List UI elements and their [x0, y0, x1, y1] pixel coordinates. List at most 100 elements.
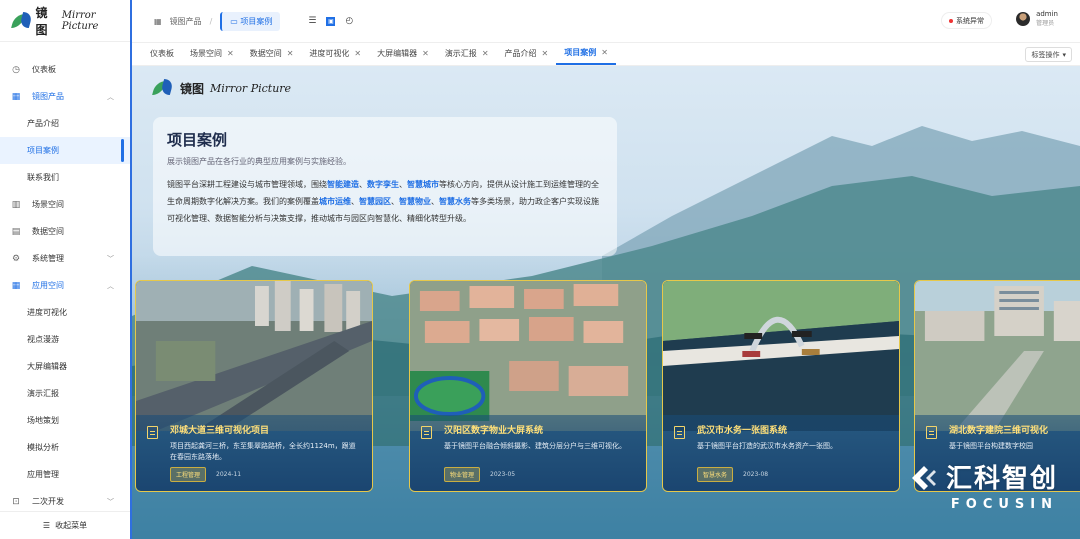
sidebar-item-label: 模拟分析 — [27, 443, 59, 452]
collapse-menu-label: 收起菜单 — [55, 521, 88, 530]
close-icon[interactable]: ✕ — [354, 49, 361, 58]
collapse-menu-button[interactable]: ☰ 收起菜单 — [0, 511, 130, 539]
case-card-meta: 智慧水务 2023-08 — [697, 467, 889, 482]
logo-text-en: Mirror Picture — [61, 9, 99, 32]
sidebar-item-contact[interactable]: 联系我们 — [0, 164, 130, 191]
desc-keyword: 数字孪生 — [367, 180, 399, 189]
tab-progress[interactable]: 进度可视化 ✕ — [301, 42, 369, 65]
tab-project-cases[interactable]: 项目案例 ✕ — [556, 42, 616, 65]
tab-bar: 仪表板 场景空间 ✕ 数据空间 ✕ 进度可视化 ✕ 大屏编辑器 ✕ 演示汇报 ✕ 产品介绍… — [132, 42, 1080, 66]
logo-text-cn: 镜图 — [180, 81, 205, 96]
content-brand: 镜图 Mirror Picture — [154, 79, 291, 97]
case-card-info: 武汉市水务一张图系统 基于镜图平台打造的武汉市水务资产一张图。 智慧水务 202… — [663, 415, 899, 491]
sidebar-item-label: 演示汇报 — [27, 389, 59, 398]
tab-data-space[interactable]: 数据空间 ✕ — [242, 42, 302, 65]
sidebar-item-label: 进度可视化 — [27, 308, 67, 317]
sidebar-item-dashboard[interactable]: ◷ 仪表板 — [0, 56, 130, 83]
case-card-info: 汉阳区数字物业大屏系统 基于镜图平台融合倾斜摄影、建筑分层分户与三维可视化。 物… — [410, 415, 646, 491]
breadcrumb-current: ▭ 项目案例 — [220, 11, 281, 31]
case-card-desc: 基于镜图平台融合倾斜摄影、建筑分层分户与三维可视化。 — [444, 442, 626, 450]
close-icon[interactable]: ✕ — [227, 49, 234, 58]
sidebar-item-system[interactable]: ⚙ 系统管理 ﹀ — [0, 245, 130, 272]
clock-icon[interactable]: ◴ — [345, 16, 353, 26]
sidebar-item-site-planning[interactable]: 场地策划 — [0, 407, 130, 434]
case-card[interactable]: 汉阳区数字物业大屏系统 基于镜图平台融合倾斜摄影、建筑分层分户与三维可视化。 物… — [409, 280, 647, 492]
chevron-up-icon: ︿ — [107, 281, 114, 290]
sidebar-item-label: 应用空间 — [32, 281, 64, 290]
sidebar-item-project-cases[interactable]: 项目案例 — [0, 137, 130, 164]
sidebar-item-label: 数据空间 — [32, 227, 64, 236]
sidebar: 镜图 Mirror Picture ◷ 仪表板 ▦ 镜图产品 ︿ 产品介绍 项目案例 … — [0, 0, 131, 539]
sidebar-item-label: 镜图产品 — [32, 92, 64, 101]
case-card-image — [136, 281, 372, 431]
desc-keyword: 智慧水务 — [439, 197, 471, 206]
sidebar-item-products[interactable]: ▦ 镜图产品 ︿ — [0, 83, 130, 110]
case-card[interactable]: 邓城大道三维可视化项目 项目西起龚河三桥，东至集翠路路桥，全长约1124m，跟道… — [135, 280, 373, 492]
user-role: 管理员 — [1036, 20, 1055, 27]
case-card-title: 邓城大道三维可视化项目 — [170, 426, 270, 436]
user-menu[interactable]: admin 管理员 — [1016, 10, 1058, 28]
case-card-tag: 物业管理 — [444, 467, 481, 482]
desc-keyword: 智慧园区 — [359, 197, 391, 206]
sidebar-item-simulation[interactable]: 模拟分析 — [0, 434, 130, 461]
system-status-badge[interactable]: 系统异常 — [941, 12, 992, 29]
sidebar-item-data-space[interactable]: ▤ 数据空间 — [0, 218, 130, 245]
case-card-image — [410, 281, 646, 431]
desc-text: 、 — [431, 197, 439, 206]
chevron-down-icon: ▾ — [1062, 50, 1066, 59]
tab-label: 演示汇报 — [444, 49, 477, 58]
sidebar-item-label: 项目案例 — [27, 146, 59, 155]
close-icon[interactable]: ✕ — [287, 49, 294, 58]
sidebar-item-app-space[interactable]: ▦ 应用空间 ︿ — [0, 272, 130, 299]
tab-label: 仪表板 — [150, 49, 174, 58]
tab-operations-dropdown[interactable]: 标签操作 ▾ — [1025, 47, 1072, 62]
data-icon: ▤ — [11, 226, 21, 237]
avatar — [1016, 12, 1031, 26]
sidebar-item-label: 场景空间 — [32, 200, 64, 209]
sidebar-logo[interactable]: 镜图 Mirror Picture — [0, 0, 130, 42]
focusin-watermark: 汇科智创 FOCUSIN — [906, 458, 1058, 512]
tab-product-intro[interactable]: 产品介绍 ✕ — [497, 42, 557, 65]
scene-icon: ▥ — [11, 199, 21, 210]
sidebar-item-product-intro[interactable]: 产品介绍 — [0, 110, 130, 137]
close-icon[interactable]: ✕ — [601, 48, 608, 57]
user-name: admin — [1036, 10, 1058, 18]
chevron-up-icon: ︿ — [107, 92, 114, 101]
close-icon[interactable]: ✕ — [482, 49, 489, 58]
sidebar-item-screen-editor[interactable]: 大屏编辑器 — [0, 353, 130, 380]
intro-description: 镜图平台深耕工程建设与城市管理领域，围绕智能建造、数字孪生、智慧城市等核心方向，… — [167, 176, 603, 227]
fullscreen-icon[interactable]: ▣ — [326, 16, 336, 26]
user-info: admin 管理员 — [1036, 10, 1058, 28]
case-card-image — [915, 281, 1080, 431]
tab-label: 大屏编辑器 — [377, 49, 418, 58]
case-card-info: 邓城大道三维可视化项目 项目西起龚河三桥，东至集翠路路桥，全长约1124m，跟道… — [136, 415, 372, 491]
status-text: 系统异常 — [956, 16, 984, 25]
sidebar-item-label: 视点漫游 — [27, 335, 59, 344]
tab-label: 场景空间 — [190, 49, 222, 58]
desc-keyword: 城市运维 — [319, 197, 351, 206]
dashboard-icon: ◷ — [12, 64, 20, 75]
tab-dashboard[interactable]: 仪表板 — [142, 42, 182, 65]
sidebar-item-presentation[interactable]: 演示汇报 — [0, 380, 130, 407]
sidebar-item-scene-space[interactable]: ▥ 场景空间 — [0, 191, 130, 218]
sidebar-item-progress[interactable]: 进度可视化 — [0, 299, 130, 326]
close-icon[interactable]: ✕ — [422, 49, 429, 58]
case-card-meta: 物业管理 2023-05 — [444, 467, 636, 482]
case-card-tag: 智慧水务 — [697, 467, 734, 482]
close-icon[interactable]: ✕ — [542, 49, 549, 58]
desc-text: 、 — [399, 180, 407, 189]
sidebar-item-app-manage[interactable]: 应用管理 — [0, 461, 130, 488]
sidebar-item-label: 联系我们 — [27, 173, 59, 182]
case-card[interactable]: 武汉市水务一张图系统 基于镜图平台打造的武汉市水务资产一张图。 智慧水务 202… — [662, 280, 900, 492]
menu-toggle-icon[interactable]: ☰ — [308, 16, 316, 26]
case-card-title: 汉阳区数字物业大屏系统 — [444, 426, 544, 436]
tab-presentation[interactable]: 演示汇报 ✕ — [437, 42, 497, 65]
tab-scene-space[interactable]: 场景空间 ✕ — [182, 42, 242, 65]
sidebar-item-label: 仪表板 — [32, 65, 56, 74]
breadcrumb-separator: / — [209, 16, 213, 26]
page-title: 项目案例 — [167, 131, 228, 149]
breadcrumb-item[interactable]: 镜图产品 — [170, 16, 202, 27]
tab-screen-editor[interactable]: 大屏编辑器 ✕ — [369, 42, 437, 65]
sidebar-item-roam[interactable]: 视点漫游 — [0, 326, 130, 353]
watermark-row: 汇科智创 — [906, 458, 1058, 495]
